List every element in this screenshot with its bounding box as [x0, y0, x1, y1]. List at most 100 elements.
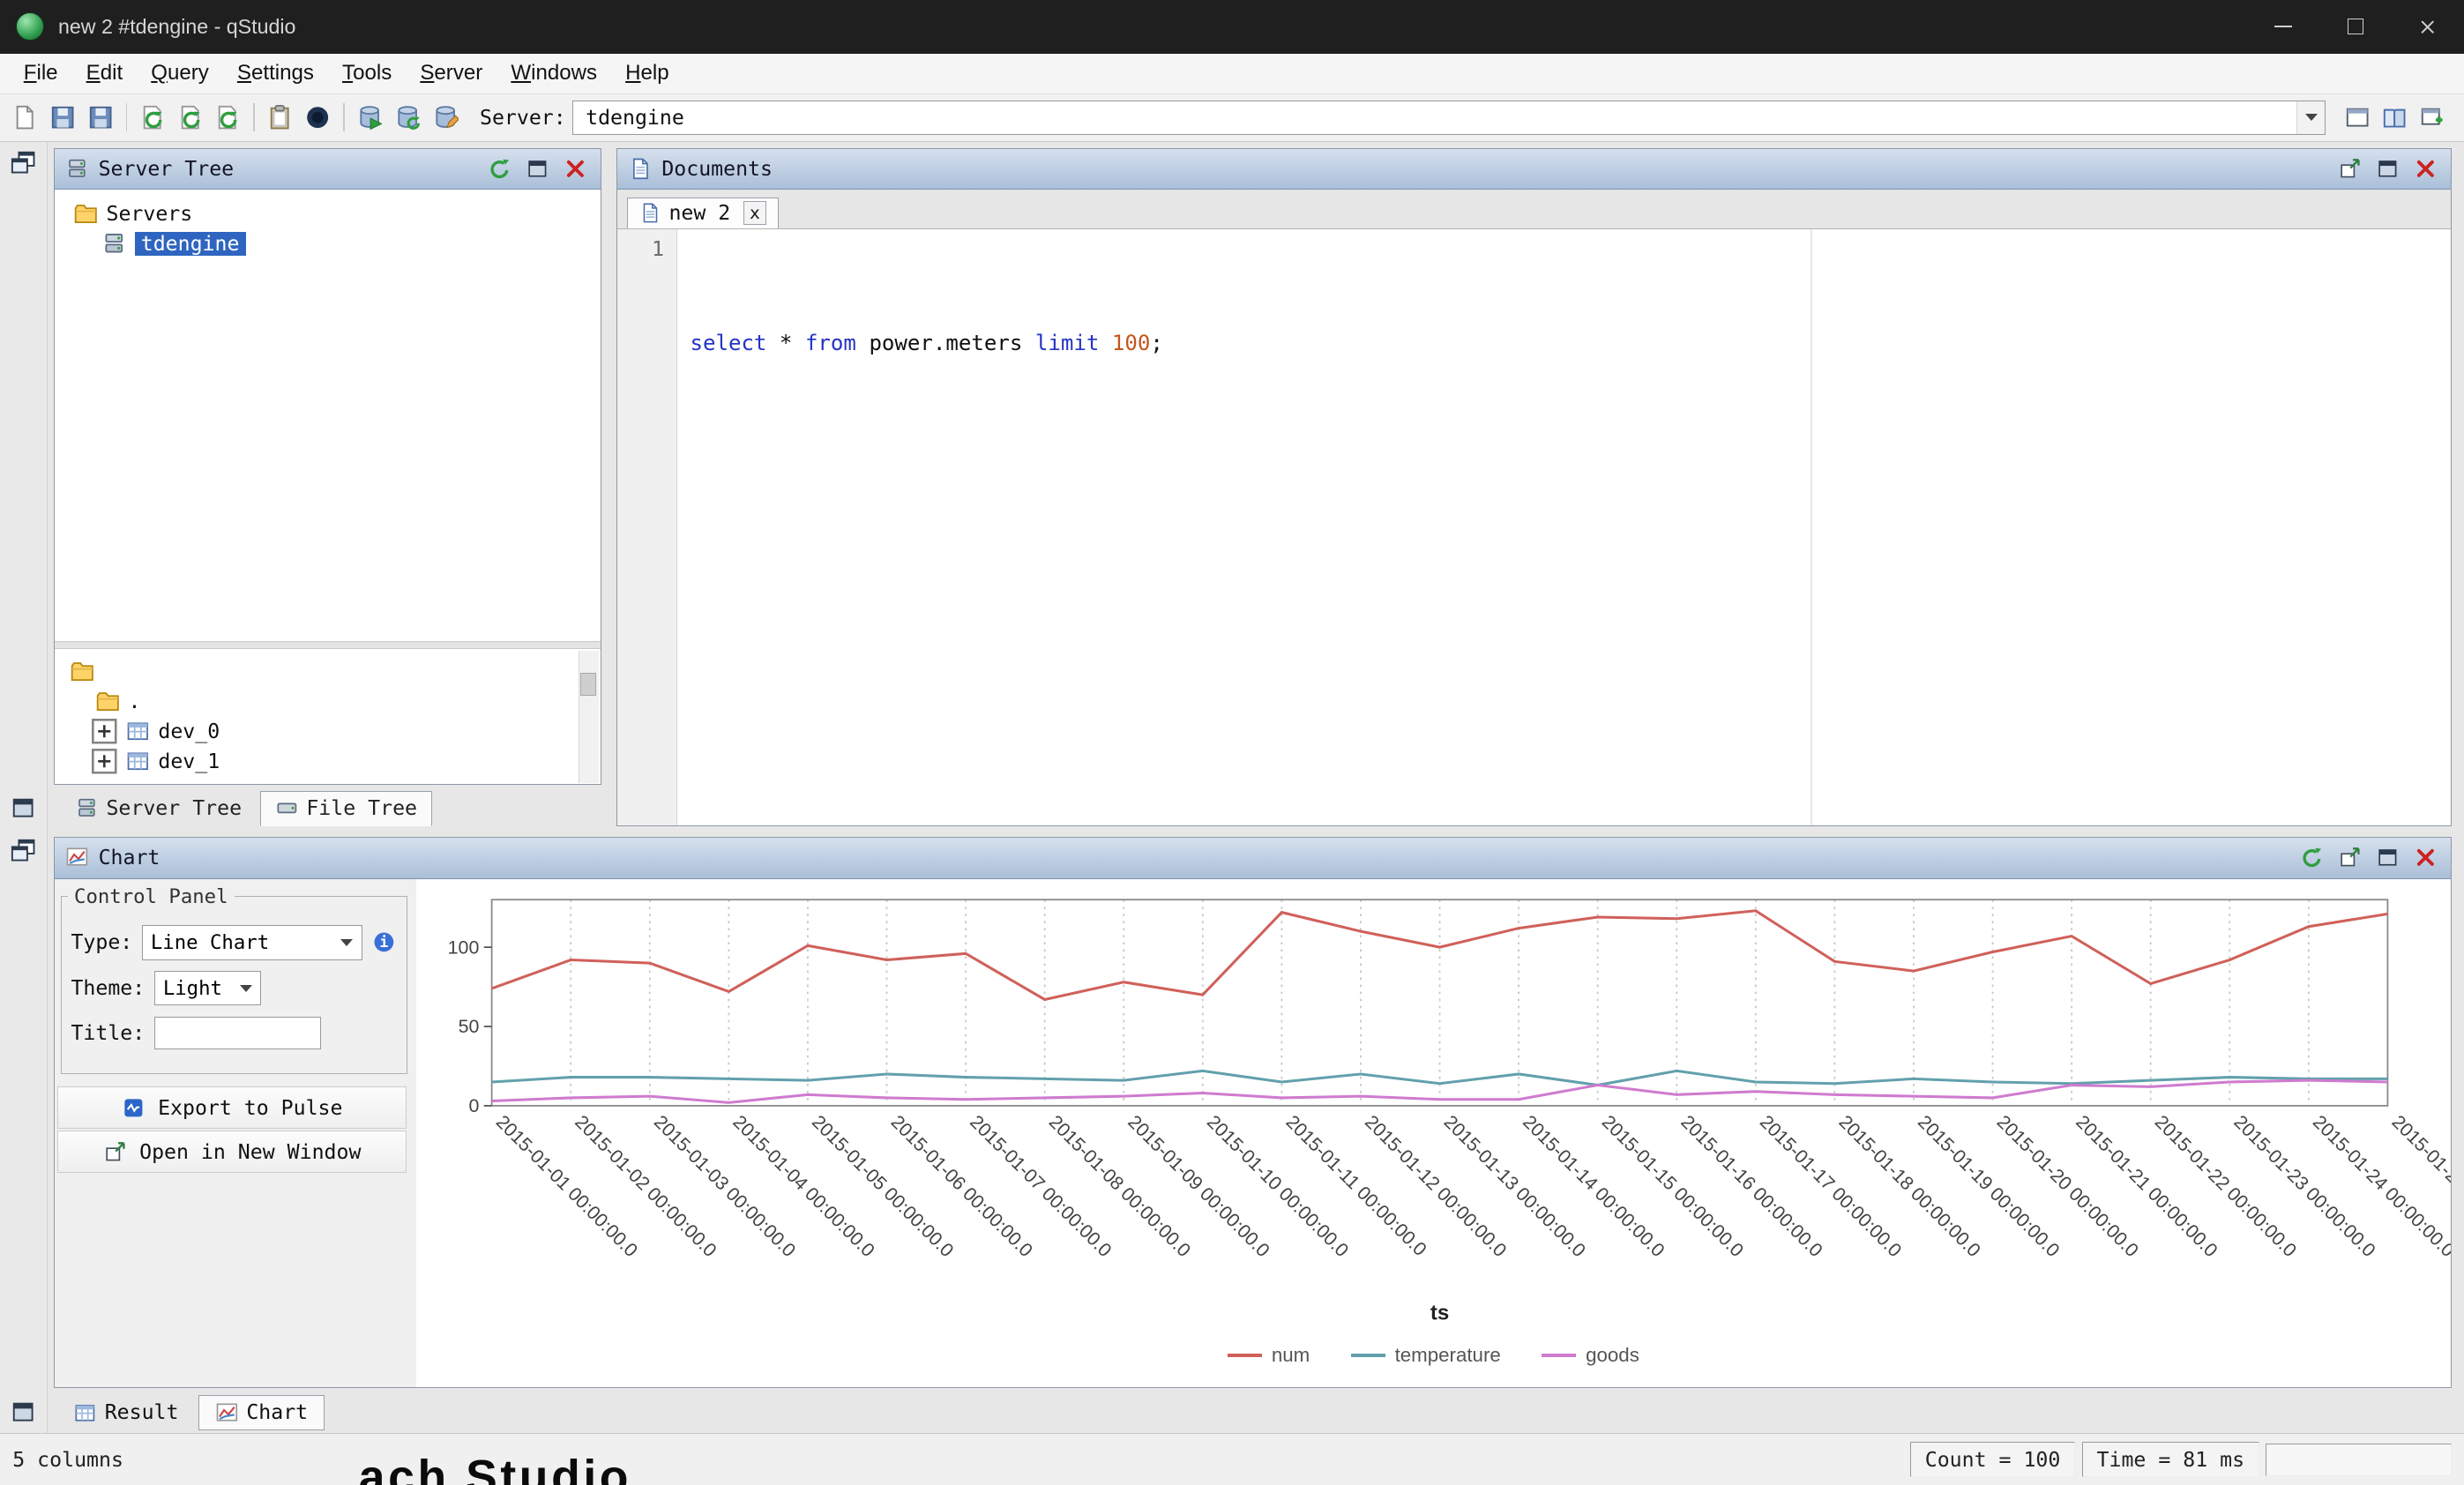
add-panel-icon [2419, 104, 2445, 131]
run-script-button[interactable] [209, 99, 247, 137]
file-tree-dot[interactable]: . [55, 687, 601, 717]
chart-control-column: Control Panel Type: Line Chart [55, 879, 414, 1387]
dock-panels-icon[interactable] [10, 837, 36, 863]
sql-token [1099, 331, 1112, 355]
open-in-new-window-button[interactable] [2336, 844, 2364, 872]
refresh-chart-button[interactable] [2298, 844, 2326, 872]
folder-icon [95, 689, 121, 714]
maximize-panel-button[interactable] [523, 154, 551, 183]
menu-tools[interactable]: Tools [328, 56, 406, 91]
documents-column: Documents new 2 x [608, 142, 2464, 830]
tab-chart[interactable]: Chart [198, 1395, 325, 1430]
menu-windows[interactable]: Windows [497, 56, 611, 91]
file-tree-label: dev_0 [158, 720, 220, 743]
legend-item-goods[interactable]: goods [1542, 1344, 1639, 1367]
server-combobox[interactable]: tdengine [572, 101, 2326, 135]
svg-text:2015-01-02 00:00:00.0: 2015-01-02 00:00:00.0 [571, 1111, 721, 1261]
menu-settings[interactable]: Settings [223, 56, 328, 91]
refresh-db-button[interactable] [389, 99, 427, 137]
documents-header: Documents [617, 149, 2450, 190]
edit-db-button[interactable] [426, 99, 464, 137]
sql-editor[interactable]: 1 select * from power.meters limit 100; [617, 229, 2450, 825]
file-tree-dev0[interactable]: dev_0 [55, 717, 601, 747]
expand-icon[interactable] [92, 719, 117, 744]
maximize-panel-button[interactable] [2373, 154, 2401, 183]
file-tree: . dev_0 dev_1 [55, 649, 601, 784]
maximize-button[interactable] [2319, 0, 2392, 54]
svg-text:2015-01-12 00:00:00.0: 2015-01-12 00:00:00.0 [1361, 1111, 1511, 1261]
close-button[interactable] [2392, 0, 2464, 54]
tab-result[interactable]: Result [56, 1395, 195, 1430]
minimize-button[interactable] [2247, 0, 2319, 54]
file-tree-label: dev_1 [158, 750, 220, 773]
run-current-statement-button[interactable] [171, 99, 209, 137]
svg-text:2015-01-08 00:00:00.0: 2015-01-08 00:00:00.0 [1045, 1111, 1195, 1261]
toolbar-left-group [6, 99, 464, 137]
document-tab-bar: new 2 x [617, 190, 2450, 229]
open-in-new-window-chart-button[interactable]: Open in New Window [57, 1131, 407, 1173]
tab-close-button[interactable]: x [743, 201, 767, 225]
svg-text:2015-01-13 00:00:00.0: 2015-01-13 00:00:00.0 [1440, 1111, 1590, 1261]
close-panel-icon [2414, 157, 2438, 181]
maximize-panel-button[interactable] [2373, 844, 2401, 872]
svg-text:2015-01-16 00:00:00.0: 2015-01-16 00:00:00.0 [1676, 1111, 1826, 1261]
table-icon [73, 1401, 97, 1425]
code-area[interactable]: select * from power.meters limit 100; [677, 229, 2451, 825]
refresh-tree-button[interactable] [485, 154, 513, 183]
left-panel-tabs: Server Tree File Tree [54, 785, 601, 825]
documentation-button[interactable] [2376, 99, 2414, 137]
folder-icon [70, 659, 95, 684]
run-db-button[interactable] [351, 99, 389, 137]
save-button[interactable] [44, 99, 82, 137]
new-file-button[interactable] [6, 99, 44, 137]
file-tree-scrollbar[interactable] [579, 651, 599, 783]
console-button[interactable] [2338, 99, 2376, 137]
tab-file-tree[interactable]: File Tree [260, 791, 432, 826]
legend-item-temperature[interactable]: temperature [1351, 1344, 1501, 1367]
open-in-new-window-icon [2338, 846, 2362, 869]
menu-file[interactable]: File [10, 56, 72, 91]
menu-server[interactable]: Server [406, 56, 497, 91]
scrollbar-thumb[interactable] [580, 673, 596, 697]
tree-item-tdengine[interactable]: tdengine [55, 229, 601, 259]
chart-title-input[interactable] [154, 1017, 321, 1049]
chart-type-info-button[interactable] [371, 930, 397, 956]
info-icon [372, 930, 396, 954]
expand-icon[interactable] [92, 749, 117, 774]
file-tree-root[interactable] [55, 657, 601, 687]
chart-icon [65, 846, 89, 869]
refresh-icon [2300, 846, 2324, 869]
copy-button[interactable] [261, 99, 299, 137]
tree-splitter[interactable] [55, 641, 601, 649]
menu-edit[interactable]: Edit [72, 56, 138, 91]
save-as-button[interactable] [82, 99, 120, 137]
dock-panels-icon[interactable] [10, 149, 36, 175]
close-panel-button[interactable] [2411, 844, 2439, 872]
stop-button[interactable] [299, 99, 337, 137]
menu-query[interactable]: Query [137, 56, 223, 91]
legend-label: goods [1586, 1344, 1639, 1367]
refresh-query-button[interactable] [134, 99, 172, 137]
chart-theme-select[interactable]: Light [154, 971, 261, 1005]
dock-restore-icon[interactable] [10, 1399, 36, 1425]
open-in-new-window-button[interactable] [2336, 154, 2364, 183]
tree-item-servers[interactable]: Servers [55, 199, 601, 229]
tab-new-2[interactable]: new 2 x [627, 198, 779, 228]
refresh-query-icon [139, 104, 166, 131]
legend-item-num[interactable]: num [1228, 1344, 1310, 1367]
theme-row: Theme: Light [71, 971, 397, 1005]
server-tree-header: Server Tree [55, 149, 601, 190]
close-panel-button[interactable] [2411, 154, 2439, 183]
close-panel-button[interactable] [561, 154, 589, 183]
tab-server-tree[interactable]: Server Tree [60, 791, 257, 826]
chart-type-select[interactable]: Line Chart [142, 925, 362, 959]
add-panel-button[interactable] [2414, 99, 2452, 137]
main-area: Server Tree Servers tdengine [0, 142, 2464, 1434]
combobox-arrow-icon[interactable] [2296, 101, 2325, 134]
dock-restore-icon[interactable] [10, 795, 36, 821]
export-to-pulse-button[interactable]: Export to Pulse [57, 1086, 407, 1129]
menu-help[interactable]: Help [611, 56, 683, 91]
open-in-new-window-icon [103, 1140, 127, 1164]
svg-text:ts: ts [1430, 1301, 1449, 1325]
file-tree-dev1[interactable]: dev_1 [55, 746, 601, 776]
